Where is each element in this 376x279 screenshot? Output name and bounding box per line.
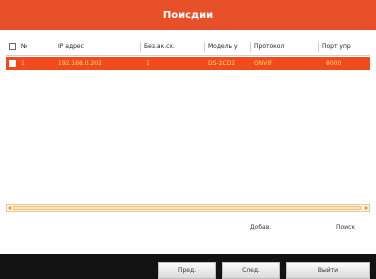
horizontal-scrollbar[interactable]	[6, 204, 370, 212]
table-row[interactable]: 1 192.168.0.202 1 DS-2CD2 ONVIF 8000	[6, 57, 370, 70]
select-all-checkbox[interactable]	[9, 43, 16, 50]
column-header-model: Модель у	[208, 43, 238, 50]
row-number: 1	[21, 60, 25, 67]
column-divider[interactable]	[140, 42, 141, 52]
search-button[interactable]: Поиск	[336, 224, 355, 231]
column-header-port: Порт упр	[322, 43, 351, 50]
column-header-protocol: Протокол	[254, 43, 285, 50]
row-ip-address: 192.168.0.202	[58, 60, 102, 67]
scroll-left-icon[interactable]	[8, 206, 11, 210]
row-protocol: ONVIF	[254, 60, 273, 67]
row-model: DS-2CD2	[208, 60, 236, 67]
column-header-number: №	[21, 43, 28, 50]
column-header-security: Без.ак.сх.	[144, 43, 175, 50]
next-button[interactable]: След.	[222, 262, 280, 279]
column-divider[interactable]	[204, 42, 205, 52]
row-security: 1	[146, 60, 150, 67]
exit-button[interactable]: Выйти	[286, 262, 370, 279]
add-button[interactable]: Добав.	[250, 224, 271, 231]
window-title: Поисдии	[162, 9, 214, 21]
column-divider[interactable]	[250, 42, 251, 52]
scrollbar-thumb[interactable]	[13, 206, 361, 210]
row-checkbox[interactable]	[9, 60, 16, 67]
row-port: 8000	[326, 60, 342, 67]
bottom-bar: Пред. След. Выйти	[0, 254, 376, 279]
table-header: № IP адрес Без.ак.сх. Модель у Протокол …	[6, 39, 370, 56]
search-dialog: Поисдии № IP адрес Без.ак.сх. Модель у П…	[0, 0, 376, 279]
column-divider[interactable]	[318, 42, 319, 52]
title-bar: Поисдии	[0, 0, 376, 30]
dialog-content: № IP адрес Без.ак.сх. Модель у Протокол …	[0, 30, 376, 254]
prev-button[interactable]: Пред.	[158, 262, 216, 279]
scroll-right-icon[interactable]	[365, 206, 368, 210]
column-header-ip-address: IP адрес	[58, 43, 84, 50]
